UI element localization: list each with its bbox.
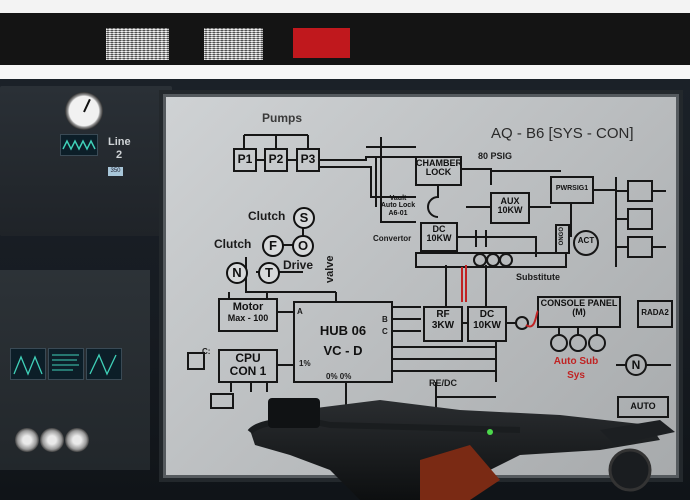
crossbow-stock — [268, 398, 320, 428]
crossbow-scope — [608, 448, 652, 492]
game-scene: Line 2 350 Pumps AQ - B6 [SYS - CON] P1 … — [0, 0, 690, 500]
weapon-indicator-light — [487, 429, 493, 435]
crossbow-weapon — [247, 398, 675, 500]
